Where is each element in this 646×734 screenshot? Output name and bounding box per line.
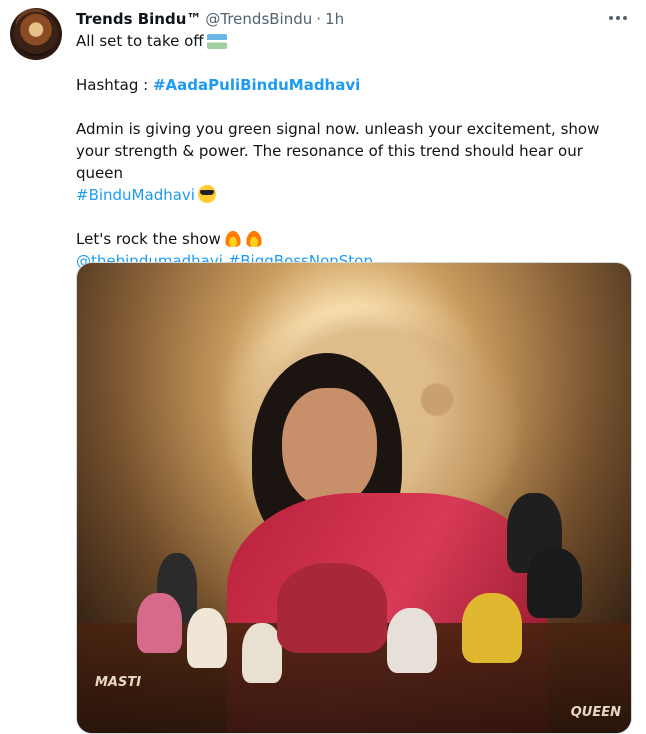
separator-dot: · (316, 10, 322, 28)
tweet-time[interactable]: 1h (325, 10, 344, 28)
tweet-text: All set to take off Hashtag : #AadaPuliB… (76, 30, 628, 272)
sunglasses-emoji-icon (197, 185, 216, 203)
figure-graphic (242, 623, 282, 683)
line1-text: All set to take off (76, 32, 204, 50)
tweet-line-hashtag: Hashtag : #AadaPuliBinduMadhavi (76, 74, 628, 96)
airplane-flag-emoji-icon (206, 34, 227, 49)
rock-text: Let's rock the show (76, 230, 221, 248)
hashtag-link-main[interactable]: #AadaPuliBinduMadhavi (153, 76, 360, 94)
author-name[interactable]: Trends Bindu™ (76, 10, 201, 28)
author-handle[interactable]: @TrendsBindu (205, 10, 312, 28)
figure-graphic (527, 548, 582, 618)
figure-graphic (462, 593, 522, 663)
figure-graphic (277, 563, 387, 653)
tweet-line-rock: Let's rock the show (76, 228, 628, 250)
paragraph-text: Admin is giving you green signal now. un… (76, 120, 605, 182)
more-options-icon[interactable] (604, 6, 632, 30)
tweet-image[interactable]: MASTI QUEEN (76, 262, 632, 734)
hashtag-label: Hashtag : (76, 76, 153, 94)
figure-graphic (387, 608, 437, 673)
tweet-header: Trends Bindu™ @TrendsBindu · 1h (76, 8, 344, 30)
avatar[interactable] (10, 8, 62, 60)
woman-face-graphic (282, 388, 377, 508)
figure-graphic (187, 608, 227, 668)
figure-graphic (137, 593, 182, 653)
tweet[interactable]: Trends Bindu™ @TrendsBindu · 1h All set … (0, 0, 646, 734)
hashtag-link-bindu[interactable]: #BinduMadhavi (76, 186, 195, 204)
fire-emoji-icon (244, 229, 263, 247)
image-label-masti: MASTI (95, 675, 142, 690)
image-label-queen: QUEEN (570, 705, 621, 720)
fire-emoji-icon (223, 229, 242, 247)
tweet-paragraph: Admin is giving you green signal now. un… (76, 118, 628, 206)
tweet-line-1: All set to take off (76, 30, 628, 52)
